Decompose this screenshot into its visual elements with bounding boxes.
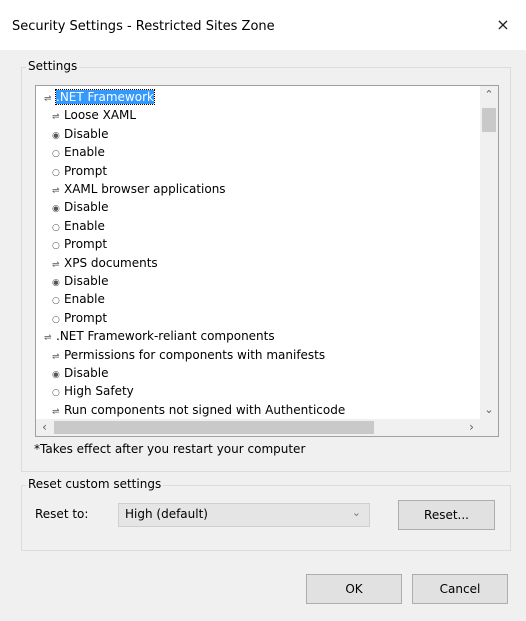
tree-radio-option[interactable]: ◉ Disable bbox=[52, 198, 109, 216]
window-title: Security Settings - Restricted Sites Zon… bbox=[12, 19, 275, 34]
tree-item-label: Disable bbox=[64, 366, 109, 380]
horizontal-scroll-thumb[interactable] bbox=[54, 421, 374, 434]
radio-unchecked-icon[interactable]: ○ bbox=[52, 311, 62, 329]
tree-radio-option[interactable]: ○ Enable bbox=[52, 290, 105, 308]
tree-item-label: Prompt bbox=[64, 310, 108, 325]
tree-item-label: High Safety bbox=[64, 384, 134, 399]
cancel-button[interactable]: Cancel bbox=[412, 574, 508, 604]
tree-folder-item[interactable]: ⇌ .NET Framework bbox=[44, 88, 155, 106]
tree-item-label: Disable bbox=[64, 274, 109, 288]
tree-item-label: .NET Framework-reliant components bbox=[56, 329, 275, 344]
radio-unchecked-icon[interactable]: ○ bbox=[52, 164, 62, 182]
scroll-up-icon[interactable]: ⌃ bbox=[480, 86, 498, 104]
reset-level-select[interactable]: High (default) ⌄ bbox=[118, 503, 370, 527]
tree-item-label: XPS documents bbox=[64, 255, 158, 270]
tree-radio-option[interactable]: ○ Prompt bbox=[52, 235, 107, 253]
scroll-corner bbox=[480, 419, 498, 436]
reset-group-label: Reset custom settings bbox=[26, 477, 164, 491]
restart-note: *Takes effect after you restart your com… bbox=[34, 442, 306, 456]
radio-unchecked-icon[interactable]: ○ bbox=[52, 237, 62, 255]
reset-to-label: Reset to: bbox=[35, 507, 89, 521]
tree-radio-option[interactable]: ○ Enable bbox=[52, 143, 105, 161]
scroll-right-icon[interactable]: › bbox=[463, 419, 480, 436]
vertical-scroll-thumb[interactable] bbox=[482, 108, 496, 132]
chevron-down-icon: ⌄ bbox=[351, 506, 361, 519]
reset-button[interactable]: Reset... bbox=[398, 500, 495, 530]
tree-radio-option[interactable]: ◉ Disable bbox=[52, 272, 109, 290]
radio-checked-icon[interactable]: ◉ bbox=[52, 200, 62, 218]
tree-folder-item[interactable]: ⇌ Permissions for components with manifes… bbox=[52, 346, 325, 364]
tree-folder-item[interactable]: ⇌ Loose XAML bbox=[52, 106, 136, 124]
settings-folder-icon: ⇌ bbox=[44, 333, 52, 344]
tree-folder-item[interactable]: ⇌ XPS documents bbox=[52, 254, 158, 272]
tree-radio-option[interactable]: ○ Prompt bbox=[52, 309, 107, 327]
tree-radio-option[interactable]: ◉ Disable bbox=[52, 364, 109, 382]
tree-radio-option[interactable]: ○ Prompt bbox=[52, 162, 107, 180]
radio-unchecked-icon[interactable]: ○ bbox=[52, 145, 62, 163]
tree-radio-option[interactable]: ◉ Disable bbox=[52, 125, 109, 143]
settings-folder-icon: ⇌ bbox=[52, 351, 60, 362]
tree-item-label: Loose XAML bbox=[64, 108, 137, 123]
settings-folder-icon: ⇌ bbox=[52, 186, 60, 196]
vertical-scrollbar[interactable]: ⌃ ⌄ bbox=[480, 86, 498, 419]
scroll-down-icon[interactable]: ⌄ bbox=[480, 401, 498, 419]
radio-checked-icon[interactable]: ◉ bbox=[52, 366, 62, 384]
horizontal-scrollbar[interactable]: ‹ › bbox=[36, 419, 480, 436]
settings-folder-icon: ⇌ bbox=[44, 94, 52, 104]
radio-unchecked-icon[interactable]: ○ bbox=[52, 219, 62, 237]
settings-group-label: Settings bbox=[26, 59, 80, 73]
tree-folder-item[interactable]: ⇌ .NET Framework-reliant components bbox=[44, 327, 275, 345]
tree-folder-item[interactable]: ⇌ Run components not signed with Authenti… bbox=[52, 401, 345, 419]
tree-item-label: Run components not signed with Authentic… bbox=[64, 402, 346, 417]
settings-tree[interactable]: ⇌ .NET Framework ⇌ Loose XAML ◉ Disable ○ Enabl… bbox=[35, 85, 499, 437]
tree-item-label: Prompt bbox=[64, 163, 108, 178]
tree-folder-item[interactable]: ⇌ XAML browser applications bbox=[52, 180, 226, 198]
tree-item-label: .NET Framework bbox=[55, 89, 155, 105]
tree-radio-option[interactable]: ○ High Safety bbox=[52, 382, 134, 400]
radio-unchecked-icon[interactable]: ○ bbox=[52, 292, 62, 310]
ok-button[interactable]: OK bbox=[306, 574, 402, 604]
tree-radio-option[interactable]: ○ Enable bbox=[52, 217, 105, 235]
settings-folder-icon: ⇌ bbox=[52, 259, 60, 270]
close-icon[interactable]: × bbox=[494, 16, 512, 34]
scroll-left-icon[interactable]: ‹ bbox=[36, 419, 53, 436]
tree-item-label: Disable bbox=[64, 126, 109, 141]
tree-item-label: Enable bbox=[64, 218, 105, 233]
tree-item-label: Disable bbox=[64, 200, 109, 215]
radio-checked-icon[interactable]: ◉ bbox=[52, 127, 62, 145]
radio-checked-icon[interactable]: ◉ bbox=[52, 274, 62, 292]
tree-item-label: Prompt bbox=[64, 237, 108, 252]
tree-item-label: XAML browser applications bbox=[64, 182, 226, 196]
title-bar: Security Settings - Restricted Sites Zon… bbox=[0, 0, 526, 50]
radio-unchecked-icon[interactable]: ○ bbox=[52, 384, 62, 402]
tree-item-label: Permissions for components with manifest… bbox=[64, 347, 326, 362]
tree-item-label: Enable bbox=[64, 292, 105, 307]
tree-item-label: Enable bbox=[64, 145, 105, 160]
settings-folder-icon: ⇌ bbox=[52, 112, 60, 123]
reset-level-value: High (default) bbox=[125, 507, 208, 521]
